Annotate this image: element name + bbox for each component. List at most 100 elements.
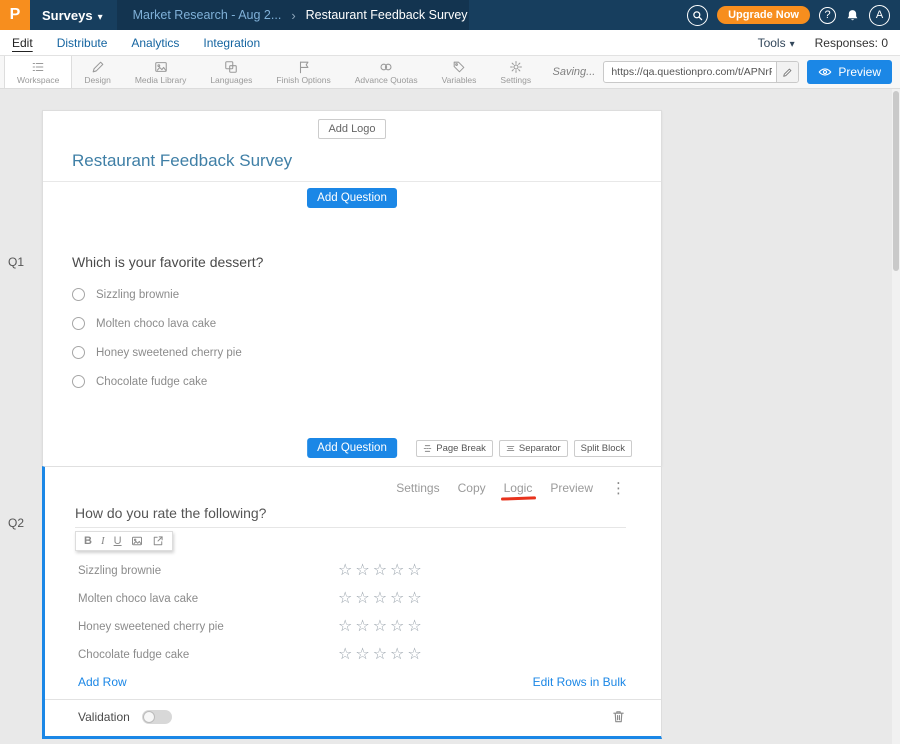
toolbar-item-variables[interactable]: Variables — [430, 56, 489, 88]
radio-button[interactable] — [72, 346, 85, 359]
question-1-text[interactable]: Which is your favorite dessert? — [72, 254, 661, 270]
delete-question-trash-icon[interactable] — [611, 709, 626, 724]
star-icon[interactable] — [355, 591, 369, 607]
responses-count[interactable]: Responses: 0 — [815, 36, 888, 50]
bold-button[interactable]: B — [84, 535, 92, 547]
user-avatar[interactable]: A — [869, 5, 890, 26]
split-block-label: Split Block — [581, 443, 625, 454]
survey-url-input[interactable] — [604, 66, 776, 78]
star-icon[interactable] — [390, 619, 404, 635]
add-question-button[interactable]: Add Question — [307, 188, 397, 208]
star-icon[interactable] — [407, 591, 421, 607]
search-icon[interactable] — [687, 5, 708, 26]
radio-button[interactable] — [72, 375, 85, 388]
star-rating[interactable] — [338, 563, 422, 579]
toolbar-item-design[interactable]: Design — [72, 56, 122, 88]
add-row-link[interactable]: Add Row — [78, 675, 127, 689]
toolbar-item-workspace[interactable]: Workspace — [4, 56, 72, 88]
star-rating[interactable] — [338, 591, 422, 607]
row-links: Add Row Edit Rows in Bulk — [78, 675, 626, 689]
question-2-block-selected[interactable]: Settings Copy Logic Preview How do you r… — [42, 466, 662, 739]
answer-option[interactable]: Honey sweetened cherry pie — [72, 346, 661, 359]
toolbar-item-label: Advance Quotas — [355, 75, 418, 85]
star-icon[interactable] — [373, 647, 387, 663]
toolbar-item-media-library[interactable]: Media Library — [123, 56, 199, 88]
help-icon[interactable]: ? — [819, 7, 836, 24]
surveys-menu-label: Surveys — [42, 8, 93, 23]
star-icon[interactable] — [355, 647, 369, 663]
rating-row: Sizzling brownie — [78, 563, 661, 579]
star-icon[interactable] — [338, 647, 352, 663]
star-rating[interactable] — [338, 647, 422, 663]
toolbar-right: Saving... Preview — [553, 56, 900, 88]
star-icon[interactable] — [338, 563, 352, 579]
languages-icon — [224, 60, 238, 74]
questionpro-logo[interactable]: P — [0, 0, 30, 30]
star-icon[interactable] — [390, 591, 404, 607]
question-2-text[interactable]: How do you rate the following? — [75, 505, 626, 528]
question-settings-button[interactable]: Settings — [396, 481, 439, 495]
add-logo-button[interactable]: Add Logo — [318, 119, 385, 139]
star-icon[interactable] — [355, 619, 369, 635]
star-icon[interactable] — [407, 619, 421, 635]
survey-canvas: Q1 Q2 Add Logo Restaurant Feedback Surve… — [0, 89, 900, 744]
star-icon[interactable] — [390, 563, 404, 579]
star-icon[interactable] — [373, 563, 387, 579]
page-break-button[interactable]: Page Break — [416, 440, 493, 457]
survey-title[interactable]: Restaurant Feedback Survey — [72, 151, 661, 171]
question-logic-button[interactable]: Logic — [504, 481, 533, 495]
tab-distribute[interactable]: Distribute — [57, 36, 108, 50]
validation-toggle[interactable] — [142, 710, 172, 724]
toolbar-item-label: Variables — [442, 75, 477, 85]
answer-option[interactable]: Sizzling brownie — [72, 288, 661, 301]
question-preview-button[interactable]: Preview — [550, 481, 593, 495]
star-icon[interactable] — [390, 647, 404, 663]
italic-button[interactable]: I — [101, 535, 105, 547]
surveys-menu[interactable]: Surveys — [42, 8, 103, 23]
answer-option[interactable]: Molten choco lava cake — [72, 317, 661, 330]
upgrade-now-button[interactable]: Upgrade Now — [717, 6, 810, 24]
edit-url-pencil-icon[interactable] — [776, 62, 798, 82]
add-question-button[interactable]: Add Question — [307, 438, 397, 458]
insert-image-icon[interactable] — [131, 535, 143, 547]
answer-option[interactable]: Chocolate fudge cake — [72, 375, 661, 388]
star-icon[interactable] — [407, 563, 421, 579]
star-icon[interactable] — [338, 591, 352, 607]
split-block-button[interactable]: Split Block — [574, 440, 632, 457]
toolbar-item-finish-options[interactable]: Finish Options — [264, 56, 342, 88]
star-icon[interactable] — [407, 647, 421, 663]
notifications-bell-icon[interactable] — [845, 8, 860, 23]
scrollbar-thumb[interactable] — [893, 91, 899, 271]
workspace-icon — [31, 60, 45, 74]
toolbar-item-settings[interactable]: Settings — [488, 56, 543, 88]
star-rating[interactable] — [338, 619, 422, 635]
tab-analytics[interactable]: Analytics — [131, 36, 179, 50]
radio-button[interactable] — [72, 288, 85, 301]
question-copy-button[interactable]: Copy — [458, 481, 486, 495]
add-question-row-bottom: Add Question Page Break Separator Split … — [43, 438, 661, 464]
menubar-right: Tools Responses: 0 — [758, 36, 888, 50]
edit-rows-in-bulk-link[interactable]: Edit Rows in Bulk — [533, 675, 626, 689]
breadcrumb-parent[interactable]: Market Research - Aug 2... — [133, 8, 282, 22]
insert-link-icon[interactable] — [152, 535, 164, 547]
toolbar-item-label: Design — [84, 75, 110, 85]
star-icon[interactable] — [355, 563, 369, 579]
star-icon[interactable] — [373, 619, 387, 635]
tab-integration[interactable]: Integration — [203, 36, 260, 50]
radio-button[interactable] — [72, 317, 85, 330]
tools-menu[interactable]: Tools — [758, 36, 795, 50]
star-icon[interactable] — [338, 619, 352, 635]
toolbar-item-advance-quotas[interactable]: Advance Quotas — [343, 56, 430, 88]
separator-button[interactable]: Separator — [499, 440, 568, 457]
toolbar-item-label: Settings — [500, 75, 531, 85]
page-break-icon — [423, 444, 432, 453]
more-options-icon[interactable] — [611, 479, 626, 497]
toolbar-item-label: Finish Options — [276, 75, 330, 85]
preview-button[interactable]: Preview — [807, 60, 892, 84]
underline-button[interactable]: U — [114, 535, 122, 547]
tab-edit[interactable]: Edit — [12, 36, 33, 50]
option-label: Honey sweetened cherry pie — [96, 347, 242, 359]
star-icon[interactable] — [373, 591, 387, 607]
add-question-row-top: Add Question — [43, 182, 661, 208]
toolbar-item-languages[interactable]: Languages — [198, 56, 264, 88]
